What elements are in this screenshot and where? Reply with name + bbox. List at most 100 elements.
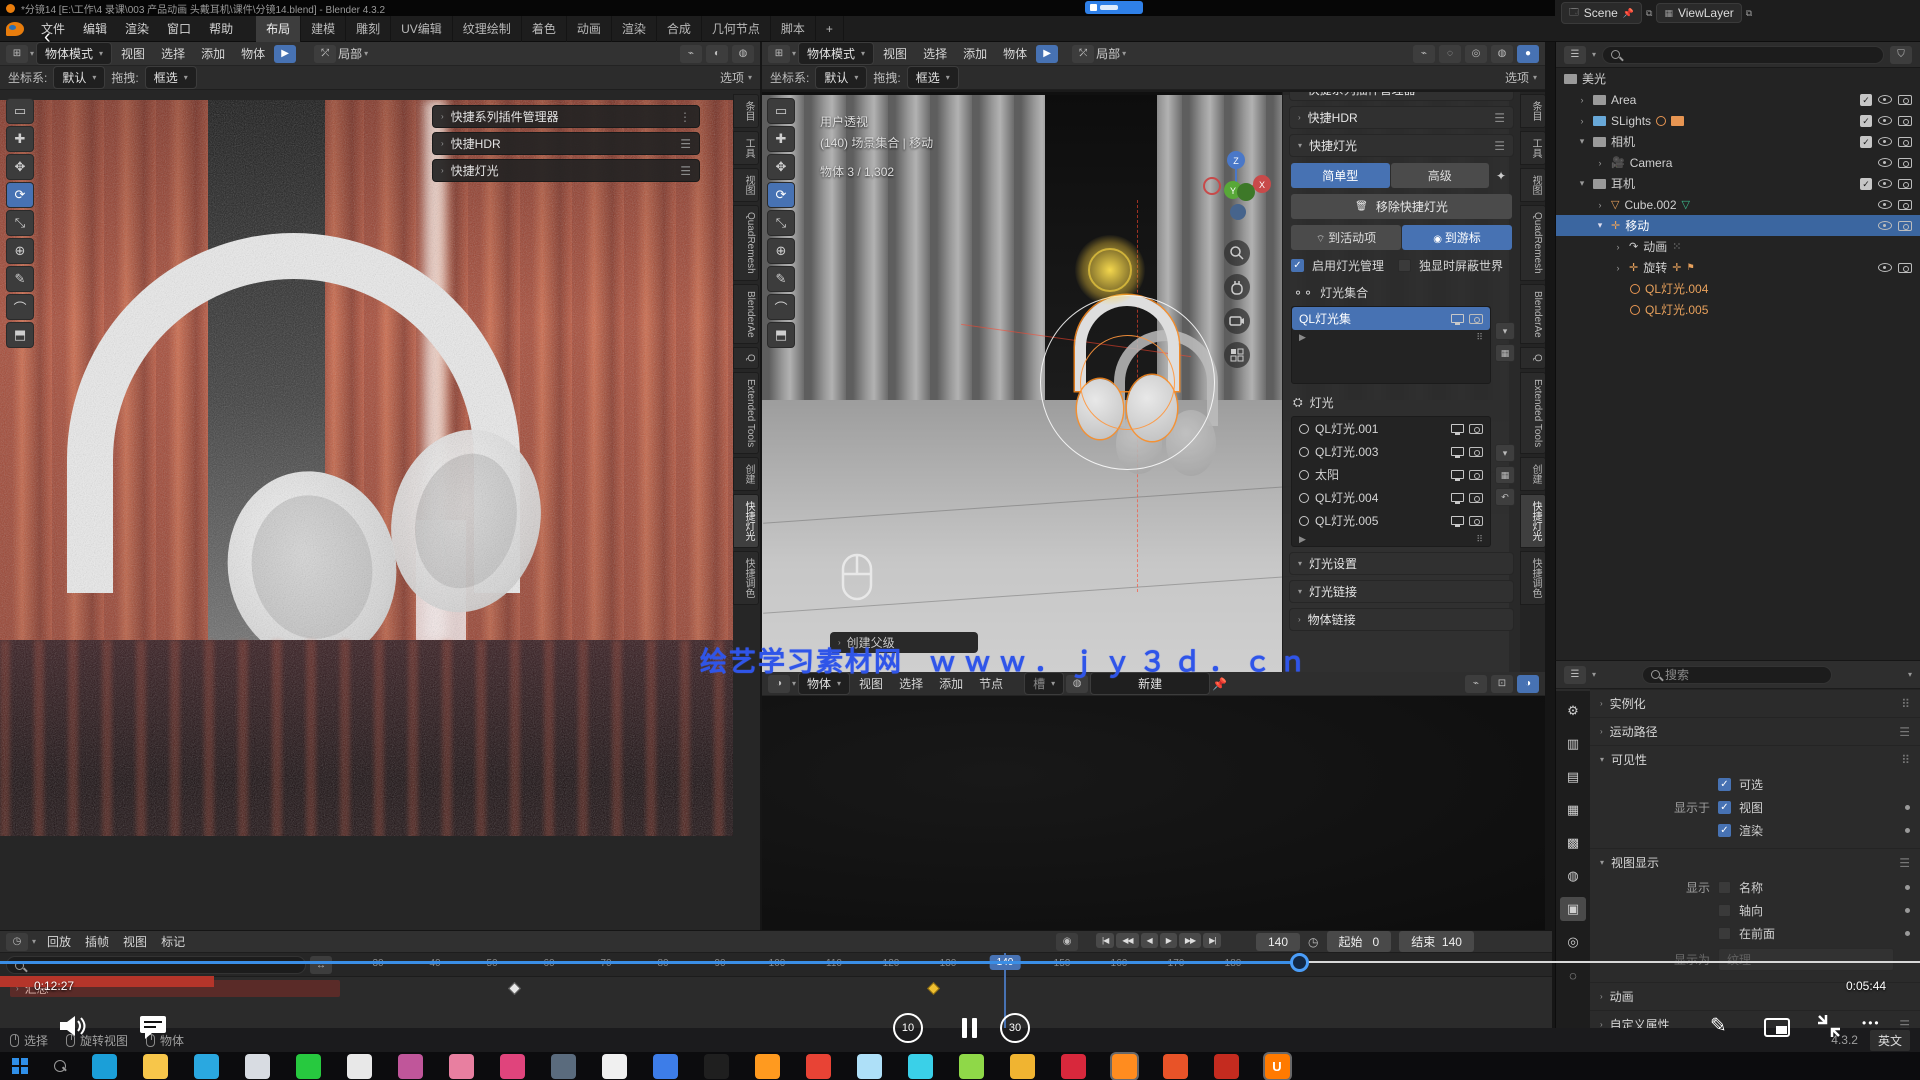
viewport-toggle-icon[interactable] [1451,314,1464,323]
expand-icon[interactable]: ▶ [1299,332,1306,343]
menu-select[interactable]: 选择 [916,42,954,65]
jump-start-button[interactable]: |◀ [1096,933,1114,948]
exclude-checkbox[interactable]: ✓ [1860,136,1872,148]
sidebar-tab[interactable]: 快捷灯光 [1520,494,1545,548]
tool-button[interactable]: ✥ [6,154,34,180]
menu-select[interactable]: 选择 [154,42,192,65]
menu-dots-icon[interactable]: ⋮ [679,110,691,124]
taskbar-app-icon[interactable] [1163,1054,1188,1079]
sidebar-tab[interactable]: QuadRemesh [1520,205,1545,281]
sidebar-tab[interactable]: 工具 [1520,131,1545,165]
perspective-toggle-icon[interactable] [1224,342,1250,368]
coord-selector[interactable]: 默认▾ [53,66,105,89]
render-toggle-icon[interactable] [1469,314,1483,324]
rendered-view[interactable] [0,100,733,836]
render-disable-icon[interactable] [1898,221,1912,231]
hide-icon[interactable] [1878,179,1892,188]
list-filter-icon[interactable]: ▦ [1495,466,1515,484]
tool-button[interactable]: ⬒ [767,322,795,348]
animate-dot[interactable] [1905,931,1910,936]
keyframe-diamond-selected[interactable] [927,982,940,995]
editor-type-icon[interactable]: ⊞ [6,45,28,63]
properties-tab[interactable]: ▦ [1560,798,1586,822]
current-frame-field[interactable]: 140 [1256,933,1300,951]
tool-button[interactable]: ⌒ [6,294,34,320]
sidebar-tab[interactable]: 工具 [733,131,759,165]
panel-plugin-manager[interactable]: ›快捷系列插件管理器 [1289,92,1514,101]
outliner-row-qllight004[interactable]: QL灯光.004 [1556,278,1920,299]
menu-item[interactable]: 编辑 [74,16,116,41]
keyframe-diamond[interactable] [508,982,521,995]
render-toggle-icon[interactable] [1469,424,1483,434]
tool-button[interactable]: ✥ [767,154,795,180]
panel-quick-hdr[interactable]: ›快捷HDR☰ [1289,106,1514,129]
workspace-tab[interactable]: 着色 [522,16,567,42]
show-viewport-checkbox[interactable]: ✓ [1718,801,1731,814]
timeline-menu-item[interactable]: 标记 [154,930,192,953]
preview-icon[interactable]: ◑ [1517,675,1539,693]
animate-dot[interactable] [1905,885,1910,890]
workspace-tab[interactable]: 渲染 [612,16,657,42]
light-row[interactable]: QL灯光.001 [1292,417,1490,440]
taskbar-app-icon[interactable]: U [1265,1054,1290,1079]
workspace-tab[interactable]: UV编辑 [391,16,453,42]
tool-button[interactable]: ✚ [6,126,34,152]
sidebar-tab[interactable]: BlenderAe [733,284,759,345]
outliner-filter-icon[interactable]: ⛉ [1890,46,1912,64]
render-toggle-icon[interactable] [1469,470,1483,480]
animate-dot[interactable] [1905,908,1910,913]
outliner-row-animation[interactable]: › ↷ 动画 ⁙ [1556,236,1920,257]
coord-selector[interactable]: 默认▾ [815,66,867,89]
panel-light-link[interactable]: ▾灯光链接 [1289,580,1514,603]
outliner-row-qllight005[interactable]: QL灯光.005 [1556,299,1920,320]
render-disable-icon[interactable] [1898,137,1912,147]
render-toggle-icon[interactable] [1469,447,1483,457]
panel-quick-light[interactable]: ›快捷灯光☰ [432,159,700,182]
record-icon[interactable]: ◉ [1056,933,1078,951]
properties-tab[interactable]: ◍ [1560,864,1586,888]
jump-end-button[interactable]: ▶| [1203,933,1221,948]
menu-view[interactable]: 视图 [876,42,914,65]
tool-button[interactable]: ⌒ [767,294,795,320]
pip-icon[interactable] [1764,1018,1790,1037]
player-overlay-badge[interactable] [1085,1,1143,14]
viewport-toggle-icon[interactable] [1451,516,1464,525]
drag-selector[interactable]: 框选▾ [907,66,959,89]
hide-icon[interactable] [1878,116,1892,125]
frame-start-field[interactable]: 起始 0 [1327,931,1392,952]
list-dropdown-icon[interactable]: ▾ [1495,444,1515,462]
taskbar-app-icon[interactable] [194,1054,219,1079]
display-as-select[interactable]: 纹理 [1718,948,1894,971]
expand-icon[interactable]: › [1612,263,1624,273]
panel-motion-paths[interactable]: ›运动路径☰ [1590,717,1920,745]
outliner-row-rotate[interactable]: › ✛ 旋转 ✛ ⚑ [1556,257,1920,278]
menu-item[interactable]: 帮助 [200,16,242,41]
remove-quick-light-button[interactable]: 🗑 移除快捷灯光 [1291,194,1512,219]
sidebar-tab[interactable]: 创建 [733,457,759,491]
animate-dot[interactable] [1905,805,1910,810]
stopwatch-icon[interactable]: ◷ [1308,935,1318,949]
sidebar-tab[interactable]: Q [1520,347,1545,369]
timeline-menu-item[interactable]: 插帧 [78,930,116,953]
outliner-row-scene-collection[interactable]: 美光 [1556,68,1920,89]
tab-advanced[interactable]: 高级 [1391,163,1490,188]
new-viewlayer-icon[interactable]: ⧉ [1746,8,1752,19]
player-seek-bar[interactable] [0,961,1920,964]
menu-object[interactable]: 物体 [234,42,272,65]
pause-button[interactable] [962,1018,977,1038]
exclude-checkbox[interactable]: ✓ [1860,178,1872,190]
collapse-icon[interactable]: ▾ [1576,136,1588,147]
orientation-value[interactable]: 局部 [338,45,362,62]
timeline-search-input[interactable] [6,956,306,974]
properties-tab[interactable]: ◎ [1560,930,1586,954]
viewport-toggle-icon[interactable] [1451,447,1464,456]
sidebar-tab[interactable]: Extended Tools [733,372,759,454]
sidebar-tab[interactable]: 快捷调色 [1520,551,1545,605]
drag-selector[interactable]: 框选▾ [145,66,197,89]
properties-tab[interactable]: ▩ [1560,831,1586,855]
exclude-checkbox[interactable]: ✓ [1860,115,1872,127]
panel-visibility[interactable]: ▾可见性⠿ [1590,745,1920,773]
sidebar-tab[interactable]: 视图 [1520,168,1545,202]
panel-instancing[interactable]: ›实例化⠿ [1590,689,1920,717]
tool-button[interactable]: ✎ [6,266,34,292]
